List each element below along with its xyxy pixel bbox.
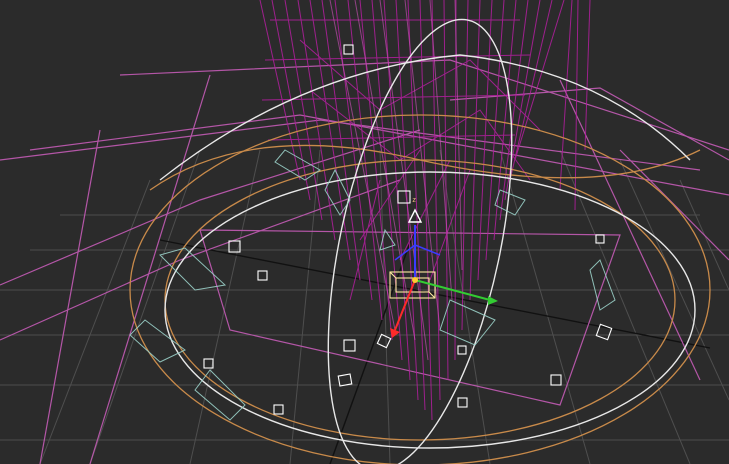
- 3d-viewport[interactable]: [0, 0, 729, 464]
- gizmo-center[interactable]: [412, 277, 418, 283]
- gizmo-z-axis-label: z: [412, 196, 417, 204]
